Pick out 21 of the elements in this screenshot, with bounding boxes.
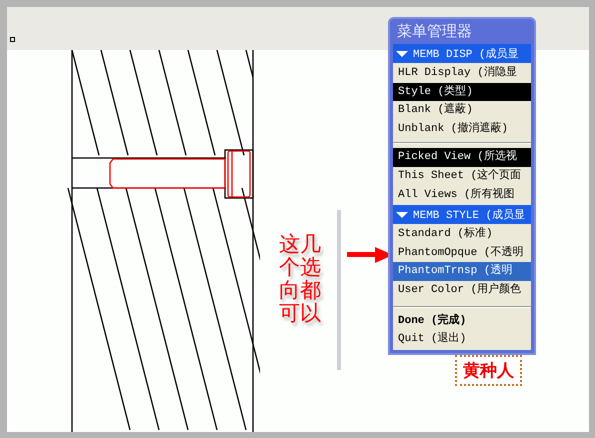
section-title: MEMB STYLE (成员显 — [413, 208, 526, 222]
section-header[interactable]: MEMB STYLE (成员显 — [393, 205, 531, 224]
section-header[interactable]: MEMB DISP (成员显 — [393, 44, 531, 63]
menu-item[interactable]: User Color (用户颜色 — [393, 280, 531, 300]
section-title: MEMB DISP (成员显 — [413, 47, 519, 61]
annotation-text: 这几个选向都可以 — [279, 233, 321, 326]
signature-stamp: 黄种人 — [455, 355, 522, 386]
menu-item[interactable]: This Sheet (这个页面 — [393, 166, 531, 186]
menu-item[interactable]: Blank (遮蔽) — [393, 101, 531, 120]
menu-item[interactable]: Unblank (撤消遮蔽) — [393, 120, 531, 138]
panel-title: 菜单管理器 — [396, 21, 473, 42]
menu-item[interactable]: Style (类型) — [393, 82, 531, 102]
menu-item[interactable]: Picked View (所选视 — [393, 148, 531, 167]
menu-item[interactable]: Quit (退出) — [393, 330, 531, 349]
menu-item[interactable]: Done (完成) — [393, 312, 531, 330]
menu-item[interactable]: All Views (所有视图 — [393, 186, 531, 204]
menu-item[interactable]: Standard (标准) — [393, 225, 531, 244]
grip-icon — [10, 37, 15, 42]
menu-item[interactable]: PhantomOpque (不透明 — [393, 244, 531, 262]
menu-item[interactable]: HLR Display (消隐显 — [393, 64, 531, 83]
menu-item[interactable]: PhantomTrnsp (透明 — [393, 262, 531, 281]
